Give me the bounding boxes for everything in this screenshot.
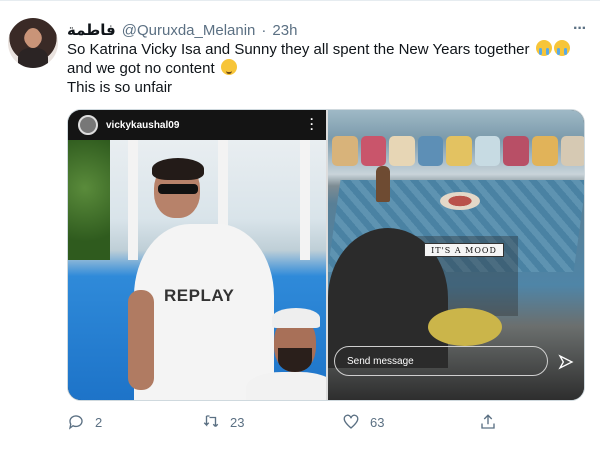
retweet-count: 23 <box>230 414 245 430</box>
cushion <box>503 136 529 166</box>
cushion <box>360 136 387 166</box>
story-avatar <box>78 115 98 135</box>
user-handle[interactable]: @Quruxda_Melanin <box>122 22 256 39</box>
cushion <box>446 136 472 166</box>
pillar <box>128 140 138 260</box>
sunglasses <box>158 184 198 194</box>
avatar-face <box>25 28 41 48</box>
loudly-crying-face-icon <box>535 40 552 56</box>
chair-cushion <box>428 308 502 346</box>
man-arm <box>128 290 154 390</box>
second-man-shirt <box>246 372 326 400</box>
heart-icon <box>343 414 359 429</box>
instagram-story-header: vickykaushal09 · · · <box>68 110 326 140</box>
avatar-body <box>18 48 48 68</box>
pool-scene: REPLAY <box>68 140 326 400</box>
share-button[interactable] <box>479 411 497 433</box>
story-more-icon: · · · <box>310 112 314 136</box>
media-grid: vickykaushal09 · · · REPLAY IT'S A MOOD … <box>67 109 585 401</box>
cushion <box>332 136 358 166</box>
tweet-line-text: So Katrina Vicky Isa and Sunny they all … <box>67 41 530 58</box>
tweet-line: So Katrina Vicky Isa and Sunny they all … <box>67 40 587 59</box>
more-icon[interactable]: ··· <box>573 20 587 38</box>
cushion <box>560 136 584 166</box>
avatar[interactable] <box>8 18 58 68</box>
second-man-cap <box>272 308 320 328</box>
tweet-line: This is so unfair <box>67 78 587 97</box>
pillar <box>300 140 310 260</box>
tweet-text: So Katrina Vicky Isa and Sunny they all … <box>67 40 587 97</box>
reply-icon <box>68 415 83 430</box>
hookah <box>376 166 390 202</box>
tweet-line-text: and we got no content <box>67 60 215 77</box>
timestamp[interactable]: 23h <box>272 22 297 39</box>
tweet[interactable]: فاطمة @Quruxda_Melanin · 23h ··· So Katr… <box>0 0 600 450</box>
man-shirt <box>134 224 274 400</box>
bowl <box>440 192 480 210</box>
tweet-line: and we got no content <box>67 59 587 78</box>
separator-dot: · <box>261 21 267 39</box>
photo-left[interactable]: vickykaushal09 · · · REPLAY <box>68 110 326 400</box>
reply-count: 2 <box>95 414 103 430</box>
retweet-icon <box>203 415 219 427</box>
photo-right[interactable]: IT'S A MOOD Send message <box>328 110 584 400</box>
send-message-placeholder: Send message <box>347 355 414 367</box>
relieved-face-icon <box>220 59 237 75</box>
cushions <box>328 136 584 170</box>
send-message-input[interactable]: Send message <box>334 346 548 376</box>
story-sticker: IT'S A MOOD <box>424 243 504 257</box>
tweet-actions: 2 23 63 <box>67 411 587 433</box>
retweet-button[interactable]: 23 <box>202 411 244 433</box>
man-hair <box>152 158 204 180</box>
tweet-header: فاطمة @Quruxda_Melanin · 23h <box>67 20 297 40</box>
cushion <box>417 136 444 166</box>
reply-button[interactable]: 2 <box>67 411 102 433</box>
display-name[interactable]: فاطمة <box>67 21 116 39</box>
second-man-beard <box>278 348 312 372</box>
lounge-scene: IT'S A MOOD Send message <box>328 110 584 400</box>
story-username: vickykaushal09 <box>106 119 180 131</box>
cushion <box>474 136 501 166</box>
cushion <box>531 136 558 166</box>
loudly-crying-face-icon <box>553 40 570 56</box>
share-icon <box>481 414 495 429</box>
tweet-line-text: This is so unfair <box>67 79 173 96</box>
shirt-logo: REPLAY <box>164 286 235 305</box>
like-count: 63 <box>370 414 385 430</box>
like-button[interactable]: 63 <box>342 411 384 433</box>
plant <box>68 140 110 260</box>
send-icon[interactable] <box>558 354 574 370</box>
cushion <box>389 136 415 166</box>
